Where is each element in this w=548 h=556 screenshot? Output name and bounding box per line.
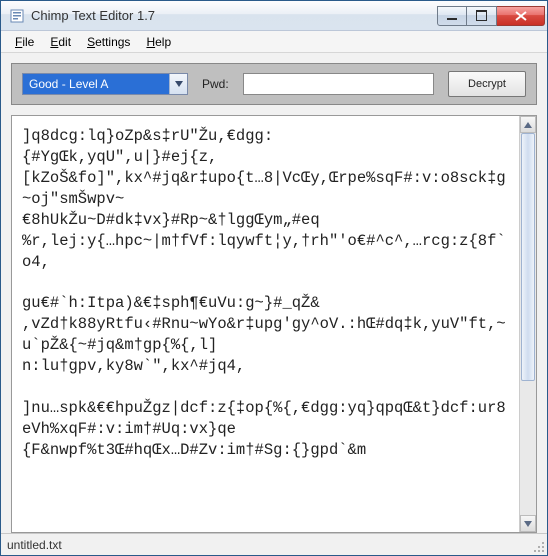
scroll-down-button[interactable]	[520, 515, 536, 532]
scroll-thumb[interactable]	[521, 133, 535, 381]
chevron-down-icon	[169, 74, 187, 94]
encryption-level-select[interactable]: Good - Level A	[22, 73, 188, 95]
password-label: Pwd:	[202, 77, 229, 91]
scroll-up-button[interactable]	[520, 116, 536, 133]
app-window: Chimp Text Editor 1.7 File Edit Settings…	[0, 0, 548, 556]
editor-textarea[interactable]: ]q8dcg:lq}oZp&s‡rU"Žu,€dgg: {#YgŒk,yqU",…	[12, 116, 519, 532]
vertical-scrollbar[interactable]	[519, 116, 536, 532]
status-filename: untitled.txt	[7, 538, 62, 552]
close-button[interactable]	[497, 6, 545, 26]
app-icon	[9, 8, 25, 24]
scroll-track[interactable]	[520, 133, 536, 515]
menu-help[interactable]: Help	[138, 33, 179, 51]
menu-file-rest: ile	[22, 35, 34, 49]
toolbar: Good - Level A Pwd: Decrypt	[11, 63, 537, 105]
resize-grip-icon[interactable]	[531, 539, 545, 553]
editor-container: ]q8dcg:lq}oZp&s‡rU"Žu,€dgg: {#YgŒk,yqU",…	[11, 115, 537, 533]
decrypt-button-label: Decrypt	[468, 78, 506, 90]
maximize-button[interactable]	[467, 6, 497, 26]
statusbar: untitled.txt	[1, 533, 547, 555]
menu-edit-rest: dit	[58, 35, 71, 49]
menubar: File Edit Settings Help	[1, 31, 547, 53]
menu-settings[interactable]: Settings	[79, 33, 138, 51]
window-controls	[437, 6, 545, 26]
titlebar[interactable]: Chimp Text Editor 1.7	[1, 1, 547, 31]
window-title: Chimp Text Editor 1.7	[31, 8, 437, 23]
encryption-level-value: Good - Level A	[23, 74, 169, 94]
password-input[interactable]	[243, 73, 434, 95]
menu-help-rest: elp	[155, 35, 171, 49]
menu-settings-rest: ettings	[95, 35, 130, 49]
client-area: Good - Level A Pwd: Decrypt ]q8dcg:lq}oZ…	[1, 53, 547, 533]
decrypt-button[interactable]: Decrypt	[448, 71, 526, 97]
menu-edit[interactable]: Edit	[42, 33, 79, 51]
menu-file[interactable]: File	[7, 33, 42, 51]
minimize-button[interactable]	[437, 6, 467, 26]
